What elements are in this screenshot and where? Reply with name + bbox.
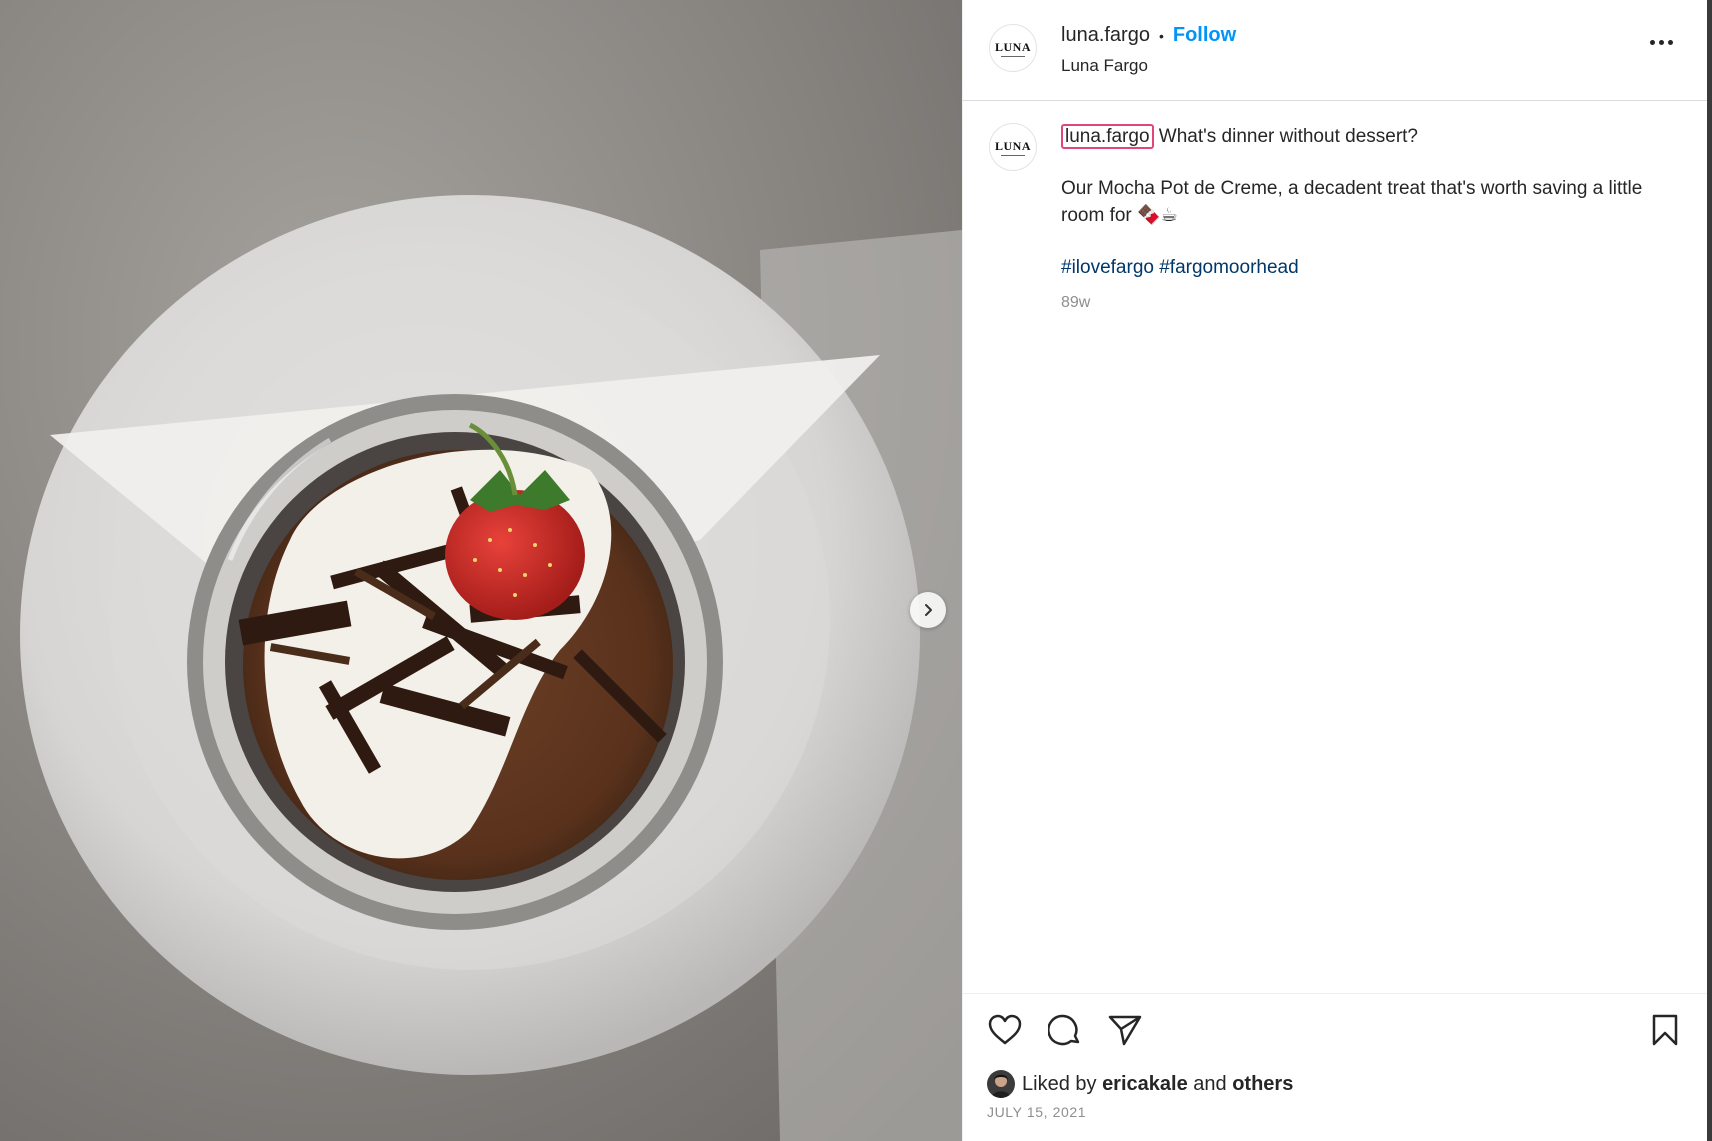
- caption-body: luna.fargo What's dinner without dessert…: [1061, 123, 1661, 316]
- luna-logo: LUNA: [995, 40, 1031, 57]
- next-photo-button[interactable]: [910, 592, 946, 628]
- logo-underline: [1000, 154, 1025, 156]
- logo-text: LUNA: [994, 39, 1031, 54]
- dessert-photo: [0, 0, 962, 1141]
- caption-text: Our Mocha Pot de Creme, a decadent treat…: [1061, 178, 1643, 226]
- header-text: luna.fargo • Follow Luna Fargo: [1061, 24, 1236, 76]
- display-name: Luna Fargo: [1061, 56, 1148, 75]
- action-bar: [987, 1012, 1683, 1048]
- username-link[interactable]: luna.fargo: [1061, 24, 1150, 47]
- post-date[interactable]: JULY 15, 2021: [987, 1104, 1683, 1120]
- bookmark-icon: [1652, 1014, 1678, 1046]
- header-line: luna.fargo • Follow: [1061, 24, 1236, 47]
- more-dot: [1668, 40, 1673, 45]
- person-avatar-icon: [991, 1074, 1011, 1098]
- more-horizontal-icon: [1650, 40, 1655, 45]
- likes-and: and: [1193, 1072, 1227, 1095]
- post-header: LUNA luna.fargo • Follow Luna Fargo: [963, 0, 1707, 101]
- likes-others-link[interactable]: others: [1232, 1073, 1293, 1096]
- post-age[interactable]: 89w: [1061, 289, 1661, 316]
- like-button[interactable]: [987, 1012, 1023, 1048]
- profile-avatar[interactable]: LUNA: [989, 24, 1037, 72]
- liker-avatar[interactable]: [987, 1070, 1015, 1098]
- more-options-button[interactable]: [1646, 36, 1677, 49]
- liker-username[interactable]: ericakale: [1102, 1073, 1188, 1096]
- likes-line: Liked by ericakale and others: [987, 1070, 1683, 1098]
- hashtags: #ilovefargo #fargomoorhead: [1061, 254, 1661, 281]
- post-footer: Liked by ericakale and others JULY 15, 2…: [963, 993, 1707, 1141]
- heart-icon: [988, 1014, 1022, 1045]
- send-icon: [1108, 1015, 1142, 1046]
- luna-logo: LUNA: [995, 139, 1031, 156]
- comment-icon: [1048, 1014, 1080, 1046]
- separator-dot: •: [1158, 27, 1164, 44]
- instagram-post: LUNA luna.fargo • Follow Luna Fargo LUNA…: [0, 0, 1707, 1141]
- liked-by-prefix: Liked by: [1022, 1072, 1097, 1095]
- caption-avatar[interactable]: LUNA: [989, 123, 1037, 171]
- comments-section: LUNA luna.fargo What's dinner without de…: [963, 101, 1707, 993]
- chevron-right-icon: [925, 604, 932, 616]
- hashtag-link[interactable]: #fargomoorhead: [1159, 257, 1298, 278]
- caption-row: LUNA luna.fargo What's dinner without de…: [989, 123, 1683, 316]
- caption-username-link[interactable]: luna.fargo: [1061, 124, 1154, 149]
- follow-button[interactable]: Follow: [1173, 24, 1236, 47]
- caption-headline: What's dinner without dessert?: [1158, 126, 1418, 147]
- save-button[interactable]: [1647, 1012, 1683, 1048]
- post-media[interactable]: [0, 0, 962, 1141]
- more-dot: [1659, 40, 1664, 45]
- caption-headline-line: luna.fargo What's dinner without dessert…: [1061, 123, 1661, 150]
- hashtag-link[interactable]: #ilovefargo: [1061, 257, 1154, 278]
- post-side-panel: LUNA luna.fargo • Follow Luna Fargo LUNA…: [962, 0, 1707, 1141]
- logo-text: LUNA: [994, 138, 1031, 153]
- comment-button[interactable]: [1047, 1012, 1083, 1048]
- share-button[interactable]: [1107, 1012, 1143, 1048]
- logo-underline: [1000, 55, 1025, 57]
- background-edge: [1707, 0, 1712, 1141]
